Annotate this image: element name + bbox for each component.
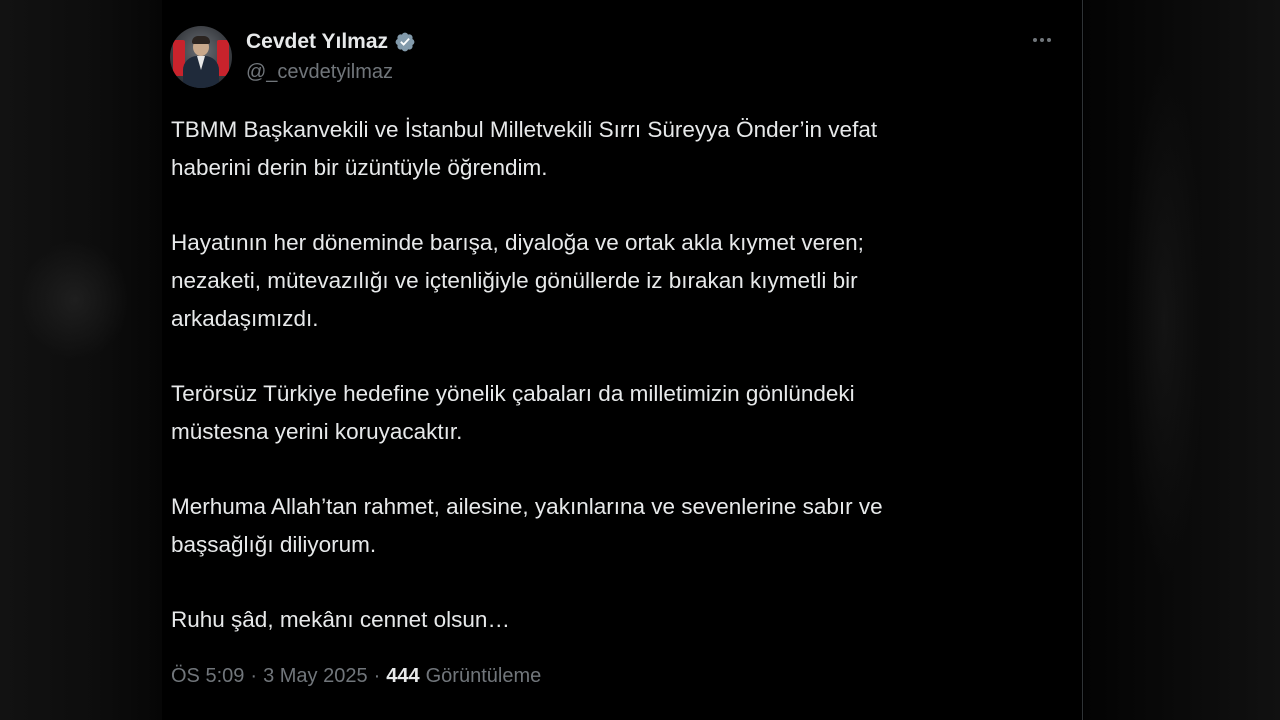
more-dot [1033,38,1037,42]
tweet-paragraph: Ruhu şâd, mekânı cennet olsun… [171,607,510,632]
tweet-meta: ÖS 5:09 · 3 May 2025 · 444 Görüntüleme [171,665,541,688]
meta-separator: · [250,665,258,687]
background-left-blur [0,0,162,720]
tweet-paragraph: Merhuma Allah’tan rahmet, ailesine, yakı… [171,494,883,557]
meta-separator: · [373,665,381,687]
tweet-paragraph: TBMM Başkanvekili ve İstanbul Milletveki… [171,117,878,180]
views-count[interactable]: 444 [386,665,419,688]
more-horizontal-icon[interactable] [1028,28,1056,52]
author-handle[interactable]: @_cevdetyilmaz [246,61,393,84]
tweet-card: Cevdet Yılmaz @_cevdetyilmaz TBMM Başkan… [162,0,1083,720]
verified-badge-icon[interactable] [394,31,416,53]
background-right-blur [1084,0,1280,720]
author-display-name[interactable]: Cevdet Yılmaz [246,30,388,54]
tweet-text: TBMM Başkanvekili ve İstanbul Milletveki… [171,111,1051,676]
author-name-row: Cevdet Yılmaz [246,28,416,56]
tweet-paragraph: Terörsüz Türkiye hedefine yönelik çabala… [171,381,855,444]
avatar[interactable] [170,26,232,88]
views-label[interactable]: Görüntüleme [426,665,542,688]
more-dot [1040,38,1044,42]
more-dot [1047,38,1051,42]
tweet-time[interactable]: ÖS 5:09 [171,665,244,688]
avatar-hair [192,36,210,44]
tweet-date[interactable]: 3 May 2025 [263,665,368,688]
tweet-paragraph: Hayatının her döneminde barışa, diyaloğa… [171,230,864,331]
